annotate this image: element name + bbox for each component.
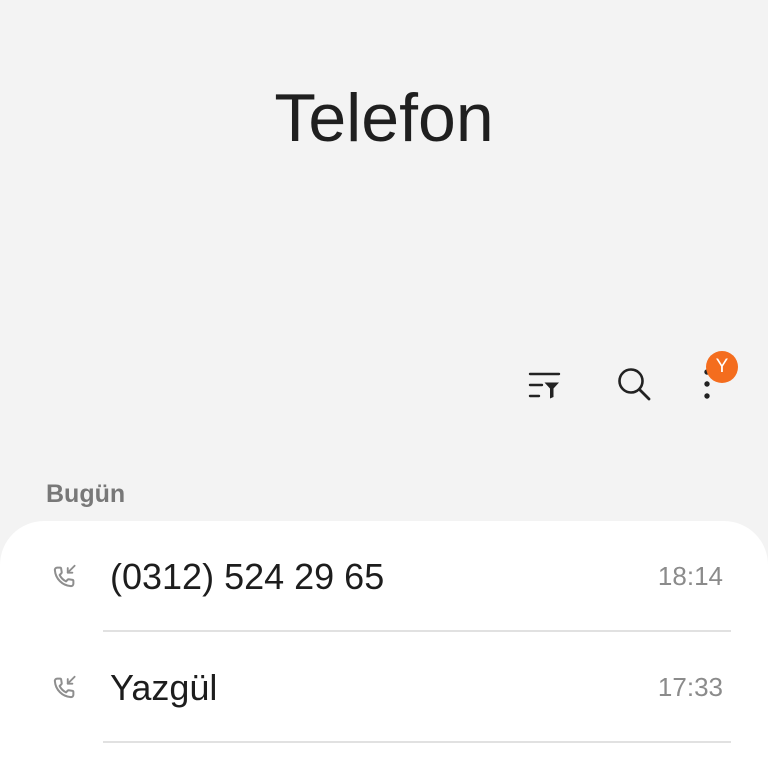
- call-time: 18:14: [657, 561, 723, 591]
- row-divider: [103, 741, 731, 743]
- caller-name: Yazgül: [110, 667, 218, 708]
- section-header-today: Bugün: [46, 480, 126, 508]
- filter-button[interactable]: [528, 369, 562, 401]
- call-log-item[interactable]: (0312) 524 29 65 18:14: [0, 521, 768, 632]
- incoming-call-icon: [49, 562, 79, 592]
- search-button[interactable]: [614, 365, 652, 403]
- incoming-call-icon: [49, 673, 79, 703]
- page-title: Telefon: [274, 80, 494, 156]
- call-log-item[interactable]: Yazgül 17:33: [0, 632, 768, 743]
- notification-badge: Y: [706, 351, 738, 383]
- search-icon: [618, 368, 651, 401]
- caller-name: (0312) 524 29 65: [110, 556, 385, 597]
- filter-icon: [528, 372, 561, 399]
- call-log-list: (0312) 524 29 65 18:14 Yazgül 17:33: [0, 521, 768, 768]
- call-time: 17:33: [657, 672, 723, 702]
